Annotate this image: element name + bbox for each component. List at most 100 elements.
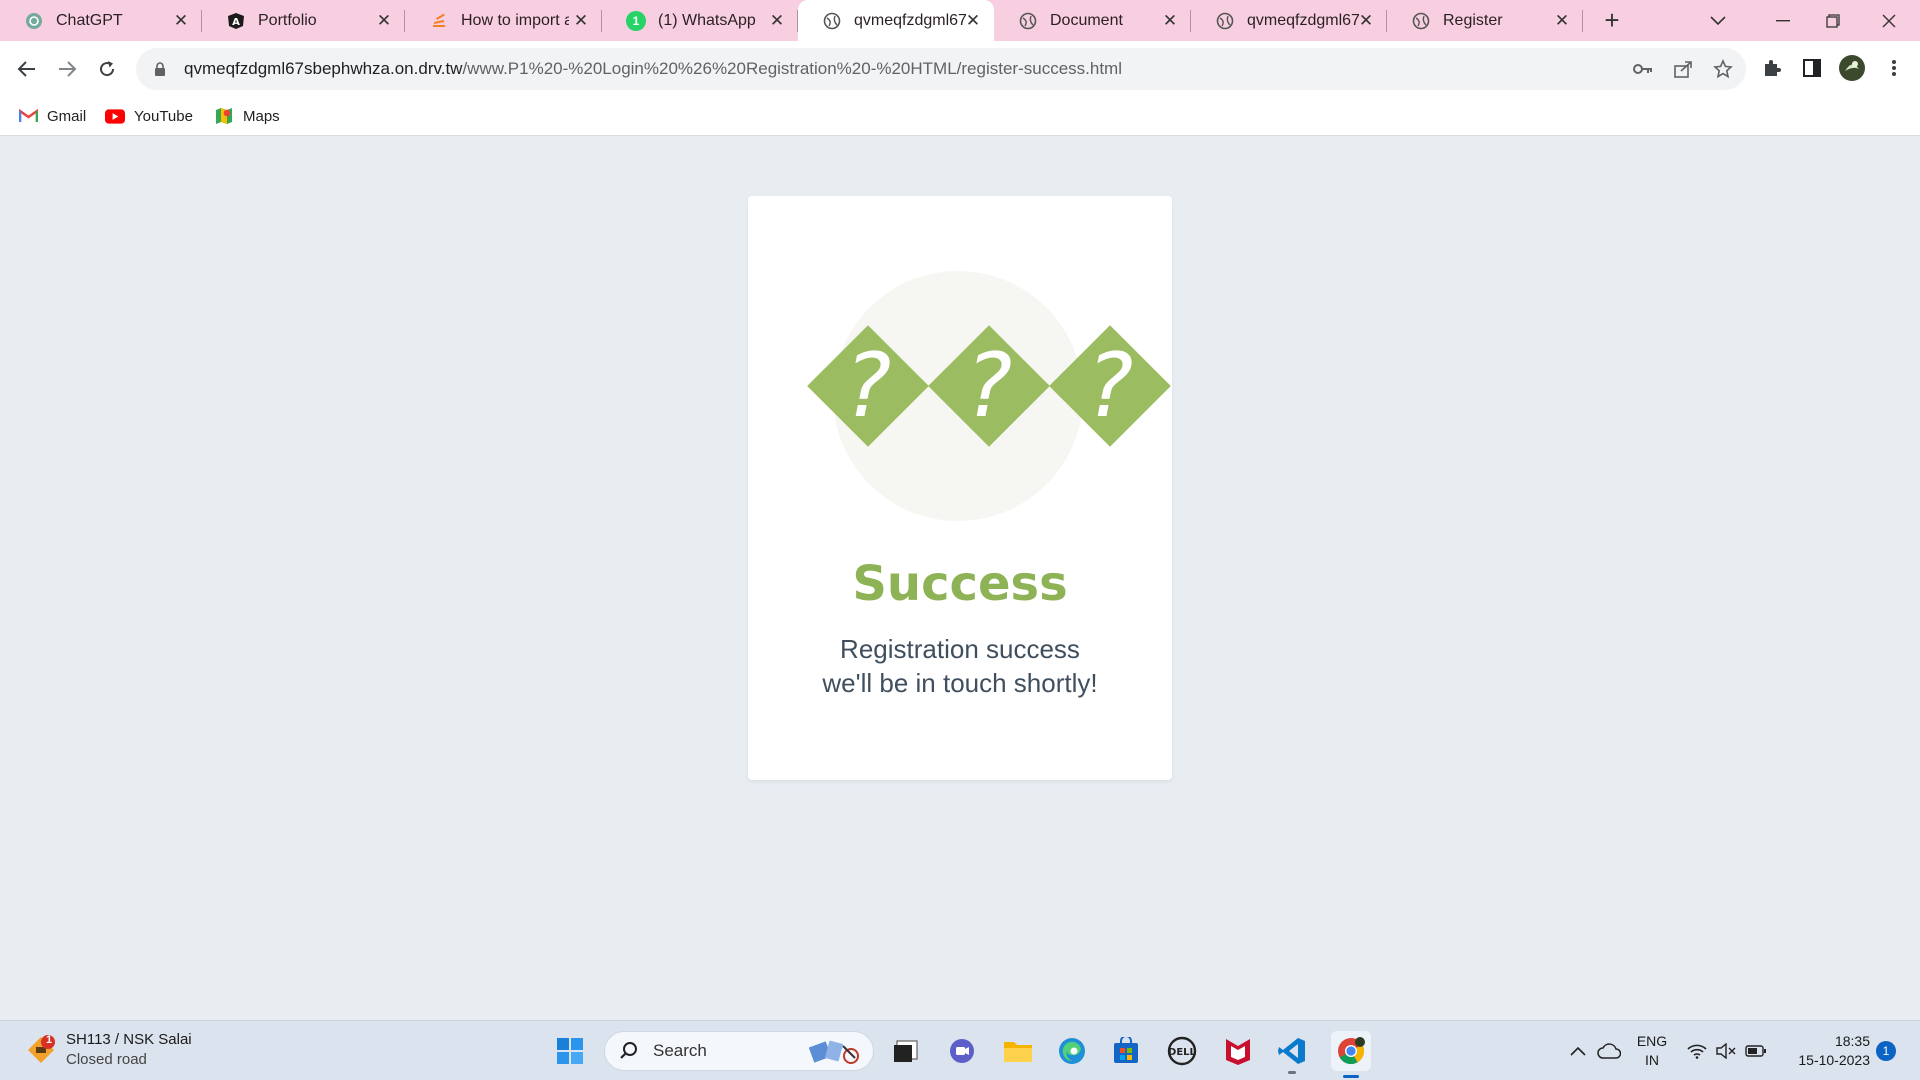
dell-icon[interactable]: DELL (1166, 1035, 1198, 1067)
language-indicator[interactable]: ENG IN (1630, 1032, 1674, 1070)
maps-icon (214, 108, 234, 124)
share-icon[interactable] (1672, 58, 1694, 80)
bookmark-star-icon[interactable] (1712, 58, 1734, 80)
tab-strip: ChatGPT ✕ A Portfolio ✕ How to import a … (0, 0, 1920, 41)
new-tab-plus-icon[interactable]: + (1596, 0, 1628, 41)
tab-drive-page[interactable]: qvmeqfzdgml67s ✕ (1191, 0, 1387, 41)
back-arrow-icon[interactable] (11, 53, 43, 85)
speaker-muted-icon[interactable] (1714, 1035, 1738, 1067)
globe-icon (1215, 11, 1235, 31)
forward-arrow-icon[interactable] (51, 53, 83, 85)
tab-title: (1) WhatsApp (658, 11, 756, 29)
close-icon[interactable]: ✕ (768, 12, 786, 30)
tab-document[interactable]: Document ✕ (994, 0, 1191, 41)
running-indicator (1288, 1071, 1296, 1074)
whatsapp-icon: 1 (626, 10, 646, 31)
bookmark-maps[interactable]: Maps (214, 96, 280, 136)
address-bar[interactable]: qvmeqfzdgml67sbephwhza.on.drv.tw/www.P1%… (136, 48, 1746, 90)
tab-search-chevron-icon[interactable] (1702, 0, 1734, 41)
kebab-menu-icon[interactable] (1881, 55, 1907, 81)
onedrive-cloud-icon[interactable] (1595, 1035, 1623, 1067)
tray-chevron-up-icon[interactable] (1565, 1035, 1591, 1067)
gmail-icon (18, 108, 38, 124)
file-explorer-icon[interactable] (1002, 1035, 1034, 1067)
close-icon[interactable]: ✕ (1553, 12, 1571, 30)
mcafee-icon[interactable] (1222, 1035, 1254, 1067)
bookmark-label: Gmail (47, 107, 87, 125)
tab-title: ChatGPT (56, 11, 123, 29)
tab-title: qvmeqfzdgml67s (1247, 11, 1359, 29)
side-panel-icon[interactable] (1799, 55, 1825, 81)
edge-browser-icon[interactable] (1056, 1035, 1088, 1067)
bookmark-youtube[interactable]: YouTube (105, 96, 193, 136)
search-highlight-icon (808, 1038, 869, 1071)
language-bottom: IN (1645, 1052, 1659, 1068)
microsoft-store-icon[interactable] (1110, 1035, 1142, 1067)
search-label: Search (653, 1041, 707, 1060)
tab-portfolio[interactable]: A Portfolio ✕ (202, 0, 405, 41)
close-icon[interactable]: ✕ (964, 12, 982, 30)
reload-icon[interactable] (91, 53, 123, 85)
minimize-icon[interactable] (1760, 0, 1806, 41)
url-path: /www.P1%20-%20Login%20%26%20Registration… (462, 59, 1122, 78)
windows-taskbar: 1 SH113 / NSK Salai Closed road Search D… (0, 1020, 1920, 1080)
teams-chat-icon[interactable] (946, 1035, 978, 1067)
close-window-icon[interactable] (1866, 0, 1912, 41)
page-viewport: ? ? ? Success Registration success we'll… (0, 136, 1920, 1020)
search-icon (619, 1040, 641, 1062)
tab-title: How to import a (461, 11, 569, 29)
chatgpt-icon (24, 11, 44, 31)
globe-icon (1411, 11, 1431, 31)
chrome-icon-active[interactable] (1331, 1031, 1371, 1078)
close-icon[interactable]: ✕ (1161, 12, 1179, 30)
clock[interactable]: 18:35 15-10-2023 (1776, 1032, 1870, 1070)
road-warning-icon: 1 (24, 1033, 58, 1067)
tab-stackoverflow[interactable]: How to import a ✕ (405, 0, 602, 41)
question-mark-glyph: ? (844, 334, 892, 437)
question-mark-glyph: ? (1086, 334, 1134, 437)
profile-avatar[interactable] (1839, 55, 1865, 81)
notification-badge[interactable]: 1 (1876, 1041, 1896, 1061)
task-view-icon[interactable] (890, 1035, 922, 1067)
bookmark-label: Maps (243, 107, 280, 125)
tab-chatgpt[interactable]: ChatGPT ✕ (0, 0, 202, 41)
extensions-puzzle-icon[interactable] (1759, 55, 1785, 81)
taskbar-search[interactable]: Search (604, 1031, 874, 1071)
success-message-line-2: we'll be in touch shortly! (822, 668, 1098, 698)
close-icon[interactable]: ✕ (375, 12, 393, 30)
url-host: qvmeqfzdgml67sbephwhza.on.drv.tw (184, 59, 463, 78)
url-text[interactable]: qvmeqfzdgml67sbephwhza.on.drv.tw/www.P1%… (184, 59, 1122, 79)
key-icon[interactable] (1632, 58, 1654, 80)
tab-whatsapp[interactable]: 1 (1) WhatsApp ✕ (602, 0, 798, 41)
bookmarks-bar: Gmail YouTube Maps (0, 96, 1920, 136)
vscode-icon[interactable] (1276, 1035, 1308, 1074)
language-top: ENG (1636, 1033, 1668, 1049)
globe-icon (1018, 11, 1038, 31)
success-title: Success (852, 556, 1068, 612)
lock-icon[interactable] (154, 61, 170, 77)
tab-title: qvmeqfzdgml67s (854, 11, 966, 29)
weather-widget[interactable]: 1 SH113 / NSK Salai Closed road (24, 1030, 192, 1070)
active-indicator (1343, 1075, 1359, 1078)
close-icon[interactable]: ✕ (572, 12, 590, 30)
weather-title: SH113 / NSK Salai (66, 1031, 192, 1048)
browser-toolbar: qvmeqfzdgml67sbephwhza.on.drv.tw/www.P1%… (0, 41, 1920, 96)
svg-text:DELL: DELL (1168, 1047, 1197, 1058)
windows-start-icon[interactable] (554, 1035, 586, 1067)
success-message-line-1: Registration success (840, 634, 1080, 664)
question-mark-glyph: ? (965, 334, 1013, 437)
clock-time: 18:35 (1834, 1033, 1870, 1049)
battery-icon[interactable] (1744, 1035, 1768, 1067)
clock-date: 15-10-2023 (1798, 1052, 1870, 1068)
close-icon[interactable]: ✕ (1357, 12, 1375, 30)
close-icon[interactable]: ✕ (172, 12, 190, 30)
restore-icon[interactable] (1810, 0, 1856, 41)
youtube-icon (105, 108, 125, 124)
tab-title: Document (1050, 11, 1123, 29)
globe-icon (822, 11, 842, 31)
wifi-icon[interactable] (1685, 1035, 1709, 1067)
tab-active-success[interactable]: qvmeqfzdgml67s ✕ (798, 0, 994, 41)
angular-icon: A (226, 11, 246, 31)
bookmark-gmail[interactable]: Gmail (18, 96, 86, 136)
tab-register[interactable]: Register ✕ (1387, 0, 1583, 41)
